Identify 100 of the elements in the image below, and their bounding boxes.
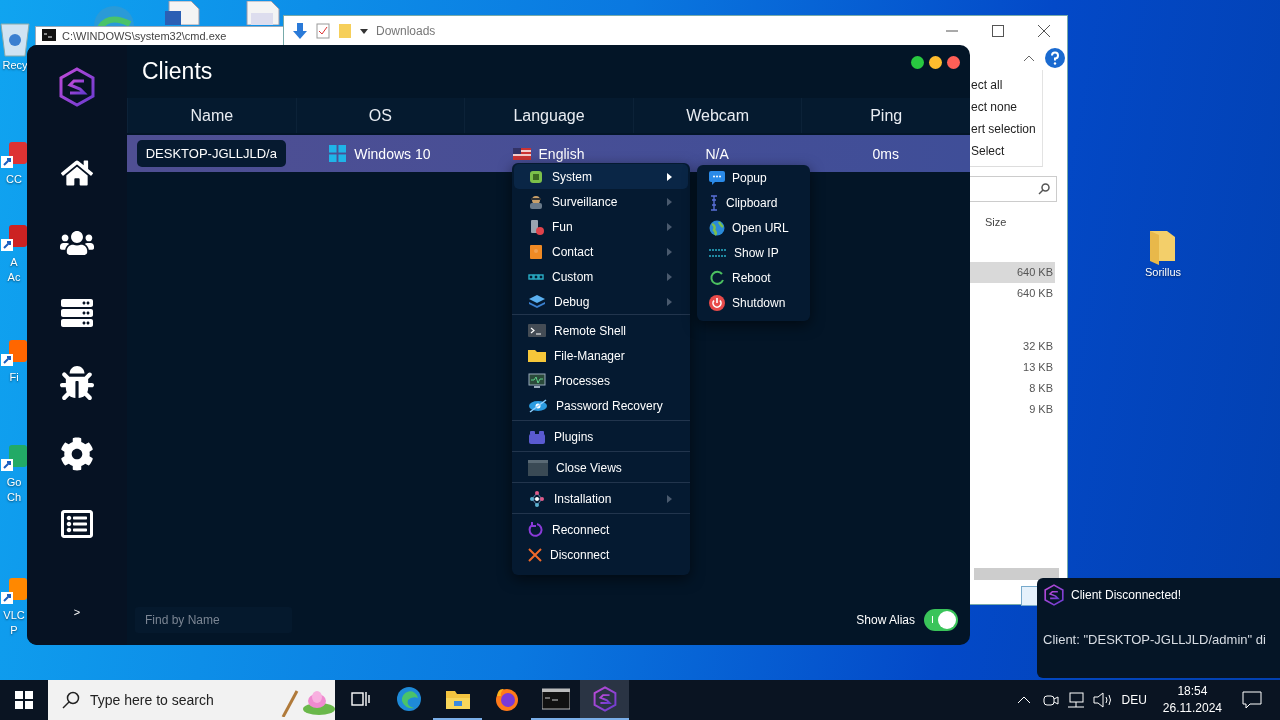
input-language[interactable]: DEU [1121, 693, 1147, 707]
menu-item[interactable]: Close Views [514, 455, 688, 480]
submenu-caret-icon [667, 247, 672, 256]
list-icon[interactable] [61, 508, 93, 540]
maximize-icon [992, 25, 1004, 37]
menu-item[interactable]: Reconnect [514, 517, 688, 542]
menu-item[interactable]: Surveillance [514, 189, 688, 214]
globe-icon [709, 219, 725, 236]
menu-item[interactable]: Clipboard [697, 190, 810, 215]
desktop-icon-label[interactable]: Sorillus [1144, 265, 1182, 280]
menu-item[interactable]: Show IP [697, 240, 810, 265]
caret-icon [360, 27, 368, 35]
windows-logo-icon [329, 145, 347, 162]
notification-message: Client: "DESKTOP-JGLLJLD/admin" di [1043, 632, 1267, 647]
menu-item[interactable]: Password Recovery [514, 393, 688, 418]
monitor-icon [528, 372, 546, 389]
menu-item[interactable]: File-Manager [514, 343, 688, 368]
taskbar-search-field[interactable]: Type here to search [48, 680, 335, 720]
settings-icon[interactable] [60, 437, 94, 471]
table-row[interactable]: DESKTOP-JGLLJLD/a Windows 10 English N/A 0ms [127, 135, 970, 172]
column-header[interactable]: Ping [801, 98, 970, 133]
column-header[interactable]: Webcam [632, 98, 802, 133]
chevron-up-icon [1017, 696, 1032, 704]
ribbon-command[interactable]: ert selection [971, 118, 1042, 140]
power-icon [709, 294, 725, 311]
checklist-icon [316, 23, 330, 39]
menu-item[interactable]: Remote Shell [514, 318, 688, 343]
window-title: C:\WINDOWS\system32\cmd.exe [62, 29, 227, 43]
windows-logo-icon [15, 691, 33, 709]
search-icon [62, 691, 80, 709]
folder-icon [338, 23, 352, 39]
flag-icon [512, 147, 531, 160]
scrollbar[interactable] [974, 568, 1059, 580]
menu-item[interactable]: Debug [514, 289, 688, 314]
taskbar-app[interactable] [580, 680, 629, 720]
blocks-icon [528, 429, 546, 444]
clock[interactable]: 18:54 26.11.2024 [1162, 683, 1222, 717]
terminal-icon [541, 688, 570, 710]
show-alias-toggle[interactable] [924, 609, 958, 631]
menu-item[interactable]: Custom [514, 264, 688, 289]
search-field[interactable]: Find by Name [135, 607, 292, 633]
maximize-button[interactable] [911, 56, 924, 69]
menu-item[interactable]: Reboot [697, 265, 810, 290]
submenu-caret-icon [667, 222, 672, 231]
hexagon-logo-icon [591, 686, 618, 712]
column-header[interactable]: Name [127, 98, 296, 133]
expand-toggle[interactable]: > [67, 605, 87, 619]
menu-item[interactable]: Fun [514, 214, 688, 239]
cursor-icon [709, 194, 719, 211]
collapse-caret-icon [1023, 54, 1035, 62]
submenu-caret-icon [667, 172, 672, 181]
file-size: 640 KB [969, 262, 1055, 283]
speech-bubble-icon [1242, 691, 1262, 709]
menu-item[interactable]: Shutdown [697, 290, 810, 315]
submenu-caret-icon [667, 297, 672, 306]
file-size: 32 KB [1022, 339, 1054, 354]
submenu-caret-icon [667, 197, 672, 206]
menu-item[interactable]: Processes [514, 368, 688, 393]
search-icon [1038, 183, 1050, 195]
folder-icon [528, 348, 546, 363]
search-field[interactable] [969, 176, 1057, 202]
close-icon [1038, 25, 1050, 37]
menu-item[interactable]: Disconnect [514, 542, 688, 567]
download-arrow-icon [292, 22, 308, 40]
terminal-icon [528, 323, 546, 338]
file-size: 9 KB [1028, 402, 1054, 417]
close-button[interactable] [947, 56, 960, 69]
column-header[interactable]: Language [464, 98, 633, 133]
page-title: Clients [142, 58, 213, 85]
column-header[interactable]: OS [295, 98, 465, 133]
speaker-icon [1093, 692, 1114, 708]
ribbon-command[interactable]: Select [971, 140, 1042, 162]
menu-item[interactable]: Open URL [697, 215, 810, 240]
table-cell: 0ms [872, 145, 899, 162]
logo-icon [57, 67, 97, 107]
menu-item[interactable]: System [514, 164, 688, 189]
hexagon-logo-icon [1043, 584, 1065, 606]
bug-icon[interactable] [60, 366, 94, 400]
chip-icon [528, 168, 544, 185]
ribbon-command[interactable]: ect none [971, 96, 1042, 118]
menu-item[interactable]: Installation [514, 486, 688, 511]
browser-icon [395, 686, 422, 712]
minimize-button[interactable] [929, 56, 942, 69]
table-cell: N/A [705, 145, 729, 162]
circular-arrow-icon [528, 521, 544, 538]
ribbon-command[interactable]: ect all [971, 74, 1042, 96]
column-header[interactable]: Size [985, 214, 1067, 230]
task-view-icon [349, 690, 370, 708]
fox-icon [493, 686, 520, 712]
client-name: DESKTOP-JGLLJLD/a [136, 140, 286, 167]
server-icon[interactable] [61, 297, 93, 329]
chat-bubble-icon [709, 170, 725, 185]
cross-icon [528, 547, 542, 562]
menu-item[interactable]: Plugins [514, 424, 688, 449]
help-icon [1045, 48, 1065, 68]
contact-book-icon [528, 243, 544, 260]
network-icon [528, 489, 546, 508]
menu-item[interactable]: Contact [514, 239, 688, 264]
file-size: 8 KB [1028, 381, 1054, 396]
dashed-lines-icon [709, 246, 727, 259]
